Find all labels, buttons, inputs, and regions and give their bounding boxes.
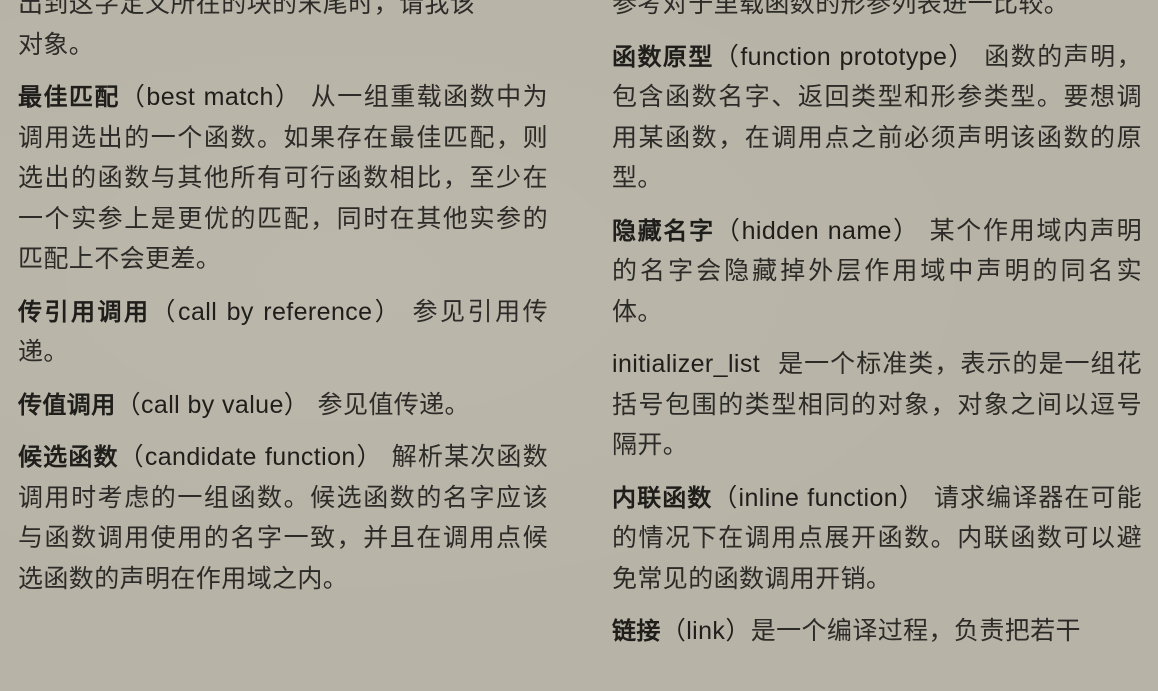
glossary-term: 候选函数（candidate function） <box>18 443 383 471</box>
right-column: 参考对于里载函数的形参列表进一比较。 函数原型（function prototy… <box>612 0 1142 652</box>
term-chinese: 传值调用 <box>18 390 116 419</box>
glossary-term: 链接（link） <box>612 617 751 645</box>
glossary-entry-call-by-value: 传值调用（call by value） 参见值传递。 <box>18 385 548 426</box>
term-definition: 是一个编译过程，负责把若干 <box>750 616 1081 645</box>
term-english: （call by value） <box>115 390 310 419</box>
term-chinese: 函数原型 <box>612 42 714 71</box>
term-chinese: 隐藏名字 <box>612 216 715 245</box>
glossary-term: 传引用调用（call by reference） <box>18 298 402 326</box>
glossary-entry-initializer-list: initializer_list 是一个标准类，表示的是一组花括号包围的类型相同… <box>612 344 1142 466</box>
left-column: 出到这字定义所在的块的末尾时，请我该 对象。 最佳匹配（best match） … <box>18 0 548 599</box>
glossary-term: 内联函数（inline function） <box>612 484 925 512</box>
glossary-entry-function-prototype: 函数原型（function prototype） 函数的声明，包含函数名字、返回… <box>612 37 1142 199</box>
glossary-term: 最佳匹配（best match） <box>18 83 301 111</box>
glossary-entry-inline-function: 内联函数（inline function） 请求编译器在可能的情况下在调用点展开… <box>612 478 1142 600</box>
term-definition: 参见值传递。 <box>317 389 470 419</box>
glossary-term: initializer_list <box>612 350 760 378</box>
term-english: （inline function） <box>712 483 925 512</box>
term-english: （candidate function） <box>118 443 383 471</box>
cut-off-paragraph: 出到这字定义所在的块的末尾时，请我该 对象。 <box>18 0 548 65</box>
term-chinese: 传引用调用 <box>18 297 151 326</box>
cut-off-tail: 对象。 <box>18 29 95 59</box>
term-english: （call by reference） <box>150 297 403 326</box>
glossary-term: 传值调用（call by value） <box>18 391 309 419</box>
term-english: （best match） <box>119 83 302 111</box>
glossary-entry-call-by-reference: 传引用调用（call by reference） 参见引用传递。 <box>18 292 548 373</box>
cut-off-paragraph: 参考对于里载函数的形参列表进一比较。 <box>612 0 1142 25</box>
term-chinese: 链接 <box>612 617 661 645</box>
term-chinese: 内联函数 <box>612 483 713 512</box>
term-chinese: 候选函数 <box>18 443 119 471</box>
term-english: initializer_list <box>612 350 761 378</box>
cut-off-line: 出到这字定义所在的块的末尾时，请我该 <box>18 0 476 18</box>
glossary-term: 隐藏名字（hidden name） <box>612 217 920 245</box>
glossary-entry-candidate-function: 候选函数（candidate function） 解析某次函数调用时考虑的一组函… <box>18 437 548 599</box>
cut-off-line: 参考对于里载函数的形参列表进一比较。 <box>612 0 1070 18</box>
term-english: （function prototype） <box>713 42 975 71</box>
book-page: 出到这字定义所在的块的末尾时，请我该 对象。 最佳匹配（best match） … <box>0 0 1158 691</box>
glossary-term: 函数原型（function prototype） <box>612 43 975 71</box>
glossary-entry-link: 链接（link）是一个编译过程，负责把若干 <box>612 611 1142 652</box>
glossary-entry-hidden-name: 隐藏名字（hidden name） 某个作用域内声明的名字会隐藏掉外层作用域中声… <box>612 211 1142 333</box>
term-chinese: 最佳匹配 <box>18 83 120 111</box>
term-english: （hidden name） <box>714 216 920 245</box>
term-english: （link） <box>660 617 751 645</box>
glossary-entry-best-match: 最佳匹配（best match） 从一组重载函数中为调用选出的一个函数。如果存在… <box>18 77 548 280</box>
